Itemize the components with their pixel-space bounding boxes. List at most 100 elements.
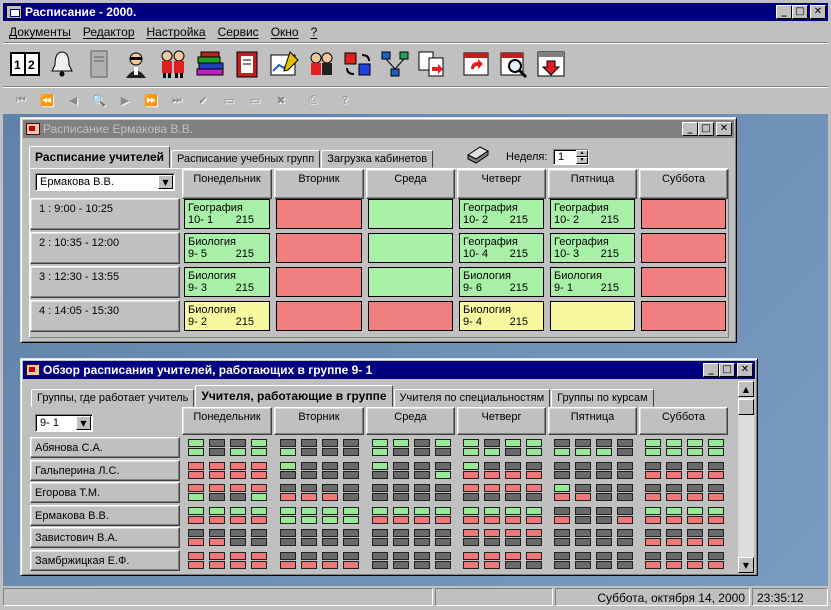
next-icon[interactable]: ▶	[115, 94, 135, 107]
chevron-down-icon[interactable]: ▼	[76, 416, 91, 430]
tab-teachers-by-specialty[interactable]: Учителя по специальностям	[393, 389, 551, 407]
schedule-cell[interactable]	[550, 301, 635, 331]
prev-page-icon[interactable]: ⏪	[37, 94, 57, 107]
maximize-button[interactable]: □	[792, 5, 808, 19]
schedule-cell[interactable]: География 10- 4 215	[459, 233, 544, 263]
cancel-icon[interactable]: ✖	[271, 94, 291, 107]
calendar-search-icon[interactable]	[498, 48, 530, 80]
teacher-name[interactable]: Егорова Т.М.	[30, 482, 180, 503]
network-icon[interactable]	[379, 48, 411, 80]
child-minimize-button[interactable]: _	[682, 122, 698, 136]
help-icon[interactable]: ?	[335, 94, 355, 107]
rotate-cubes-icon[interactable]	[342, 48, 374, 80]
search-icon[interactable]: 🔍	[89, 94, 109, 107]
schedule-cell[interactable]	[641, 267, 726, 297]
schedule-cell[interactable]	[368, 199, 453, 229]
blank2-icon[interactable]: ▭	[245, 94, 265, 107]
slot-block	[414, 448, 430, 456]
close-button[interactable]: ✕	[810, 5, 826, 19]
schedule-cell[interactable]: География 10- 2 215	[459, 199, 544, 229]
slot-block	[666, 529, 682, 537]
teacher-name[interactable]: Гальперина Л.С.	[30, 459, 180, 481]
teacher-name[interactable]: Замбржицкая Е.Ф.	[30, 549, 180, 571]
overview-scrollbar[interactable]: ▲ ▼	[738, 381, 754, 573]
menu-help[interactable]: ?	[311, 25, 318, 39]
prev-icon[interactable]: ◀	[63, 94, 83, 107]
schedule-cell[interactable]: География 10- 1 215	[184, 199, 270, 229]
tab-room-load[interactable]: Загрузка кабинетов	[321, 150, 434, 168]
schedule-cell[interactable]: Биология 9- 4 215	[459, 301, 544, 331]
menu-editor[interactable]: Редактор	[83, 25, 135, 39]
overview-window-titlebar[interactable]: Обзор расписания учителей, работающих в …	[23, 361, 755, 379]
chevron-down-icon[interactable]: ▼	[158, 175, 173, 189]
people-icon[interactable]	[305, 48, 337, 80]
schedule-cell[interactable]	[368, 267, 453, 297]
tab-teacher-schedule[interactable]: Расписание учителей	[29, 146, 171, 168]
scroll-up-icon[interactable]: ▲	[738, 381, 754, 397]
scroll-thumb[interactable]	[738, 399, 754, 415]
app-titlebar[interactable]: Расписание - 2000. _ □ ✕	[3, 3, 828, 21]
students-icon[interactable]	[157, 48, 189, 80]
schedule-cell[interactable]: География 10- 2 215	[550, 199, 635, 229]
next-page-icon[interactable]: ⏩	[141, 94, 161, 107]
child-maximize-button[interactable]: □	[719, 363, 735, 377]
schedule-cell[interactable]: Биология 9- 1 215	[550, 267, 635, 297]
schedule-cell[interactable]: Биология 9- 6 215	[459, 267, 544, 297]
slot-block	[575, 493, 591, 501]
schedule-cell[interactable]: Биология 9- 5 215	[184, 233, 270, 263]
document-arrow-icon[interactable]	[416, 48, 448, 80]
menu-settings[interactable]: Настройка	[147, 25, 206, 39]
child-close-button[interactable]: ✕	[737, 363, 753, 377]
tab-groups-by-course[interactable]: Группы по курсам	[551, 389, 654, 407]
bell-icon[interactable]	[46, 48, 78, 80]
schedule-cell[interactable]	[276, 233, 362, 263]
scroll-down-icon[interactable]: ▼	[738, 557, 754, 573]
schedule-cell[interactable]	[276, 301, 362, 331]
schedule-cell[interactable]	[368, 233, 453, 263]
teacher-window-titlebar[interactable]: Расписание Ермакова В.В. _ □ ✕	[23, 120, 734, 138]
schedule-cell[interactable]	[641, 199, 726, 229]
menu-service[interactable]: Сервис	[218, 25, 259, 39]
last-icon[interactable]: ⏭	[167, 93, 187, 107]
books-icon[interactable]	[194, 48, 226, 80]
lesson-subject: Биология	[188, 236, 237, 248]
check-icon[interactable]: ✔	[193, 94, 213, 107]
document-icon[interactable]	[231, 48, 263, 80]
week-up-icon[interactable]: ▲	[576, 150, 588, 157]
schedule-cell[interactable]	[368, 301, 453, 331]
tab-group-schedule[interactable]: Расписание учебных групп	[171, 150, 321, 168]
schedule-book-icon[interactable]: 12	[9, 48, 41, 80]
teacher-name[interactable]: Ермакова В.В.	[30, 504, 180, 526]
print-preview-icon[interactable]	[465, 143, 491, 168]
teacher-name[interactable]: Абянова С.А.	[30, 437, 180, 458]
calendar-refresh-icon[interactable]	[461, 48, 493, 80]
week-spinner[interactable]: 1 ▲ ▼	[553, 149, 589, 165]
schedule-cell[interactable]: География 10- 3 215	[550, 233, 635, 263]
schedule-cell[interactable]: Биология 9- 3 215	[184, 267, 270, 297]
child-maximize-button[interactable]: □	[698, 122, 714, 136]
child-minimize-button[interactable]: _	[703, 363, 719, 377]
schedule-cell[interactable]	[276, 267, 362, 297]
lesson-room: 215	[509, 282, 528, 294]
teacher-icon[interactable]	[120, 48, 152, 80]
minimize-button[interactable]: _	[776, 5, 792, 19]
child-close-button[interactable]: ✕	[716, 122, 732, 136]
tab-groups-of-teacher[interactable]: Группы, где работает учитель	[31, 389, 195, 407]
week-down-icon[interactable]: ▼	[576, 157, 588, 164]
tab-teachers-in-group[interactable]: Учителя, работающие в группе	[195, 385, 393, 407]
schedule-cell[interactable]	[641, 233, 726, 263]
save-calendar-icon[interactable]	[535, 48, 567, 80]
teacher-select[interactable]: Ермакова В.В. ▼	[35, 173, 175, 191]
schedule-cell[interactable]: Биология 9- 2 215	[184, 301, 270, 331]
chart-edit-icon[interactable]	[268, 48, 300, 80]
menu-documents[interactable]: Документы	[9, 25, 71, 39]
server-icon[interactable]	[83, 48, 115, 80]
schedule-cell[interactable]	[276, 199, 362, 229]
teacher-name[interactable]: Завистович В.А.	[30, 527, 180, 548]
menu-window[interactable]: Окно	[271, 25, 299, 39]
print-icon[interactable]: ⎙	[303, 93, 323, 107]
blank-icon[interactable]: ▭	[219, 94, 239, 107]
first-icon[interactable]: ⏮	[11, 93, 31, 107]
schedule-cell[interactable]	[641, 301, 726, 331]
group-select[interactable]: 9- 1 ▼	[35, 414, 93, 432]
